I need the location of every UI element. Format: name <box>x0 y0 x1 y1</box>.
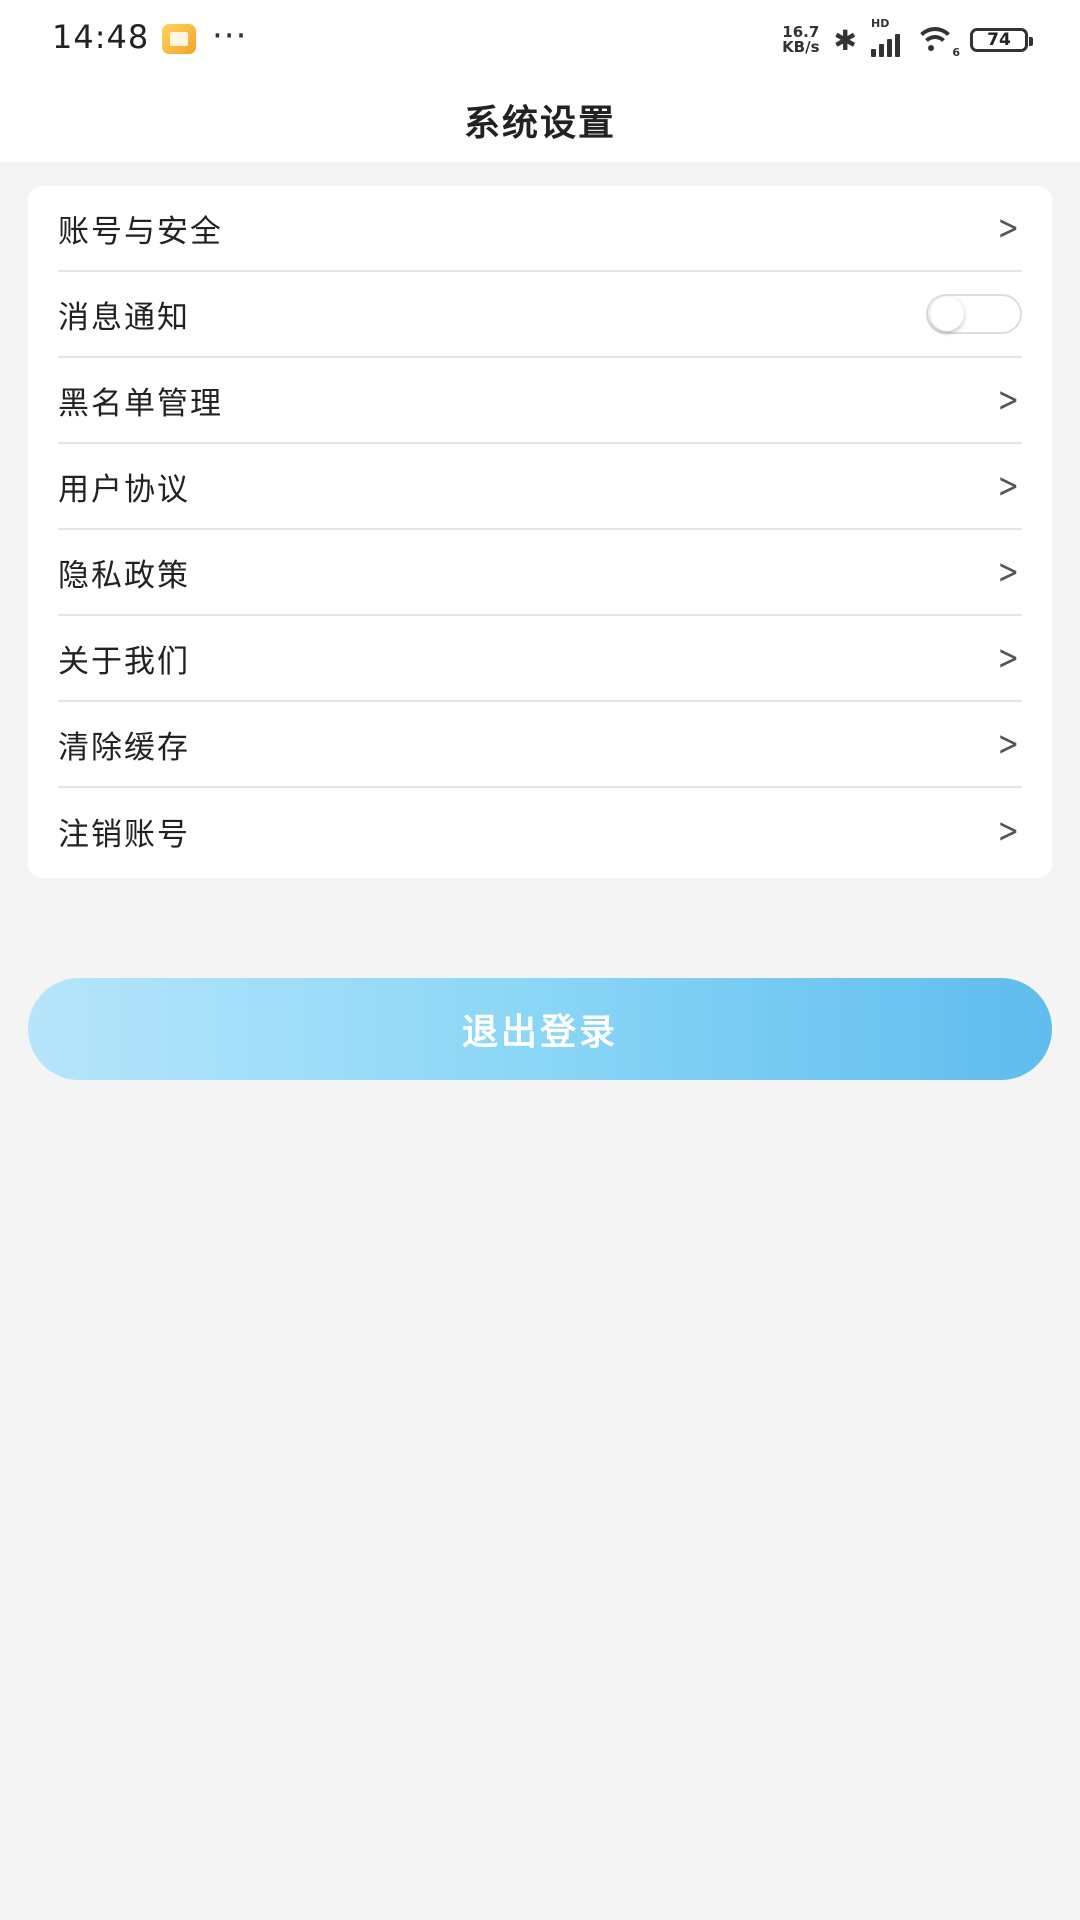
chevron-right-icon: > <box>997 638 1019 678</box>
notifications-toggle[interactable] <box>926 294 1022 334</box>
settings-item-privacy-policy[interactable]: 隐私政策 > <box>58 530 1022 616</box>
status-bar: 14:48 ··· 16.7 KB/s ✱ HD 6 74 <box>0 0 1080 78</box>
gallery-notification-icon <box>162 24 196 54</box>
battery-level: 74 <box>987 30 1011 50</box>
cellular-signal-icon: HD <box>871 17 900 57</box>
chevron-right-icon: > <box>997 811 1019 851</box>
settings-item-label: 关于我们 <box>58 643 190 680</box>
bluetooth-icon: ✱ <box>833 23 857 57</box>
settings-item-blacklist[interactable]: 黑名单管理 > <box>58 358 1022 444</box>
logout-label: 退出登录 <box>461 1011 618 1052</box>
settings-item-notifications: 消息通知 <box>58 272 1022 358</box>
network-speed-unit: KB/s <box>782 38 820 56</box>
chevron-right-icon: > <box>997 724 1019 764</box>
wifi-6-label: 6 <box>952 46 960 59</box>
logout-button[interactable]: 退出登录 <box>28 978 1052 1080</box>
settings-item-delete-account[interactable]: 注销账号 > <box>58 788 1022 874</box>
settings-item-clear-cache[interactable]: 清除缓存 > <box>58 702 1022 788</box>
settings-list: 账号与安全 > 消息通知 黑名单管理 > 用户协议 > 隐私政策 > 关于我们 … <box>28 186 1052 878</box>
settings-item-label: 黑名单管理 <box>58 385 223 422</box>
chevron-right-icon: > <box>997 552 1019 592</box>
settings-item-label: 消息通知 <box>58 299 190 336</box>
network-speed: 16.7 KB/s <box>782 25 819 55</box>
chevron-right-icon: > <box>997 380 1019 420</box>
status-time: 14:48 <box>52 18 150 56</box>
settings-item-about-us[interactable]: 关于我们 > <box>58 616 1022 702</box>
settings-item-label: 用户协议 <box>58 471 190 508</box>
battery-icon: 74 <box>970 28 1033 52</box>
chevron-right-icon: > <box>997 208 1019 248</box>
nav-bar: 系统设置 <box>0 78 1080 162</box>
settings-item-label: 隐私政策 <box>58 557 190 594</box>
toggle-knob <box>930 297 964 331</box>
settings-item-label: 账号与安全 <box>58 213 223 250</box>
settings-item-user-agreement[interactable]: 用户协议 > <box>58 444 1022 530</box>
more-notifications-icon: ··· <box>212 16 248 56</box>
wifi-icon: 6 <box>914 25 960 59</box>
settings-item-label: 清除缓存 <box>58 729 190 766</box>
settings-item-account-security[interactable]: 账号与安全 > <box>58 186 1022 272</box>
chevron-right-icon: > <box>997 466 1019 506</box>
settings-item-label: 注销账号 <box>58 816 190 853</box>
page-title: 系统设置 <box>463 103 616 144</box>
status-indicators: 16.7 KB/s ✱ HD 6 74 <box>782 17 1033 59</box>
hd-label: HD <box>871 17 890 30</box>
